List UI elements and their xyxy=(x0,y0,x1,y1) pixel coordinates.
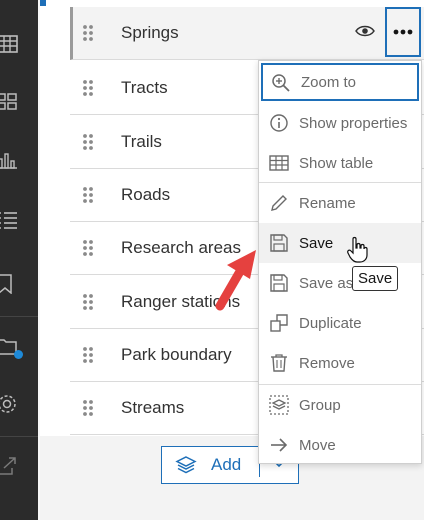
drag-handle-icon[interactable] xyxy=(82,239,94,257)
duplicate-icon xyxy=(270,314,288,332)
save-tooltip: Save xyxy=(352,266,399,291)
menu-item-label: Show table xyxy=(299,154,374,172)
drag-handle-icon[interactable] xyxy=(82,24,94,42)
layers-icon xyxy=(175,456,197,474)
rail-settings-button[interactable] xyxy=(0,382,38,426)
menu-item-zoom-to[interactable]: Zoom to xyxy=(261,63,419,101)
add-layer-label: Add xyxy=(211,455,242,474)
gallery-icon xyxy=(0,93,17,110)
info-icon xyxy=(270,114,288,132)
drag-handle-icon[interactable] xyxy=(82,79,94,97)
list-icon xyxy=(0,212,17,229)
arrow-right-icon xyxy=(271,438,288,452)
bookmark-icon xyxy=(0,274,12,294)
menu-item-duplicate[interactable]: Duplicate xyxy=(259,303,421,343)
layer-label: Trails xyxy=(121,132,162,151)
annotation-arrow-icon xyxy=(215,250,256,311)
more-options-button[interactable] xyxy=(385,7,421,57)
menu-item-remove[interactable]: Remove xyxy=(259,343,421,383)
layer-label: Roads xyxy=(121,185,171,204)
menu-item-label: Save as xyxy=(299,274,354,292)
layer-label: Park boundary xyxy=(121,345,232,364)
zoom-in-icon xyxy=(272,74,290,92)
layer-label: Streams xyxy=(121,398,185,417)
menu-item-move[interactable]: Move xyxy=(259,425,421,465)
rail-table-button[interactable] xyxy=(0,22,38,66)
settings-icon xyxy=(0,395,16,413)
drag-handle-icon[interactable] xyxy=(82,133,94,151)
more-options-icon xyxy=(393,29,413,35)
save-icon xyxy=(270,234,288,252)
notification-badge xyxy=(14,350,23,359)
menu-item-label: Rename xyxy=(299,194,356,212)
rail-gallery-button[interactable] xyxy=(0,80,38,124)
export-icon xyxy=(0,457,16,475)
add-layer-button[interactable]: Add xyxy=(162,447,258,483)
layer-row[interactable]: Springs xyxy=(70,7,424,60)
table-icon xyxy=(0,35,18,53)
drag-handle-icon[interactable] xyxy=(82,399,94,417)
chart-icon xyxy=(0,153,17,169)
panel-top-accent xyxy=(40,0,46,6)
drag-handle-icon[interactable] xyxy=(82,186,94,204)
table-icon xyxy=(269,155,289,171)
menu-item-save[interactable]: Save xyxy=(259,223,421,263)
trash-icon xyxy=(271,354,287,372)
rail-divider xyxy=(0,436,38,437)
menu-item-label: Show properties xyxy=(299,114,408,132)
rail-divider xyxy=(0,316,38,317)
group-icon xyxy=(269,395,289,415)
menu-item-label: Duplicate xyxy=(299,314,362,332)
menu-item-show-properties[interactable]: Show properties xyxy=(259,103,421,143)
drag-handle-icon[interactable] xyxy=(82,293,94,311)
layer-label: Springs xyxy=(121,23,179,42)
drag-handle-icon[interactable] xyxy=(82,346,94,364)
menu-item-label: Remove xyxy=(299,354,355,372)
left-action-rail xyxy=(0,0,38,520)
hand-cursor-icon xyxy=(347,236,368,263)
menu-item-label: Zoom to xyxy=(301,73,357,91)
menu-item-label: Group xyxy=(299,396,341,414)
menu-item-group[interactable]: Group xyxy=(259,385,421,425)
layer-label: Tracts xyxy=(121,78,168,97)
layer-options-menu: Zoom to Show properties Show table Rename Sa… xyxy=(258,60,422,464)
pencil-icon xyxy=(271,195,287,211)
menu-item-rename[interactable]: Rename xyxy=(259,183,421,223)
rail-chart-button[interactable] xyxy=(0,138,38,182)
menu-item-label: Save xyxy=(299,234,334,252)
save-as-icon xyxy=(270,274,288,292)
rail-list-button[interactable] xyxy=(0,198,38,242)
rail-bookmark-button[interactable] xyxy=(0,262,38,306)
rail-folder-button[interactable] xyxy=(0,324,38,368)
menu-item-label: Move xyxy=(299,436,336,454)
eye-icon[interactable] xyxy=(355,24,375,38)
rail-export-button[interactable] xyxy=(0,444,38,488)
menu-item-show-table[interactable]: Show table xyxy=(259,143,421,183)
